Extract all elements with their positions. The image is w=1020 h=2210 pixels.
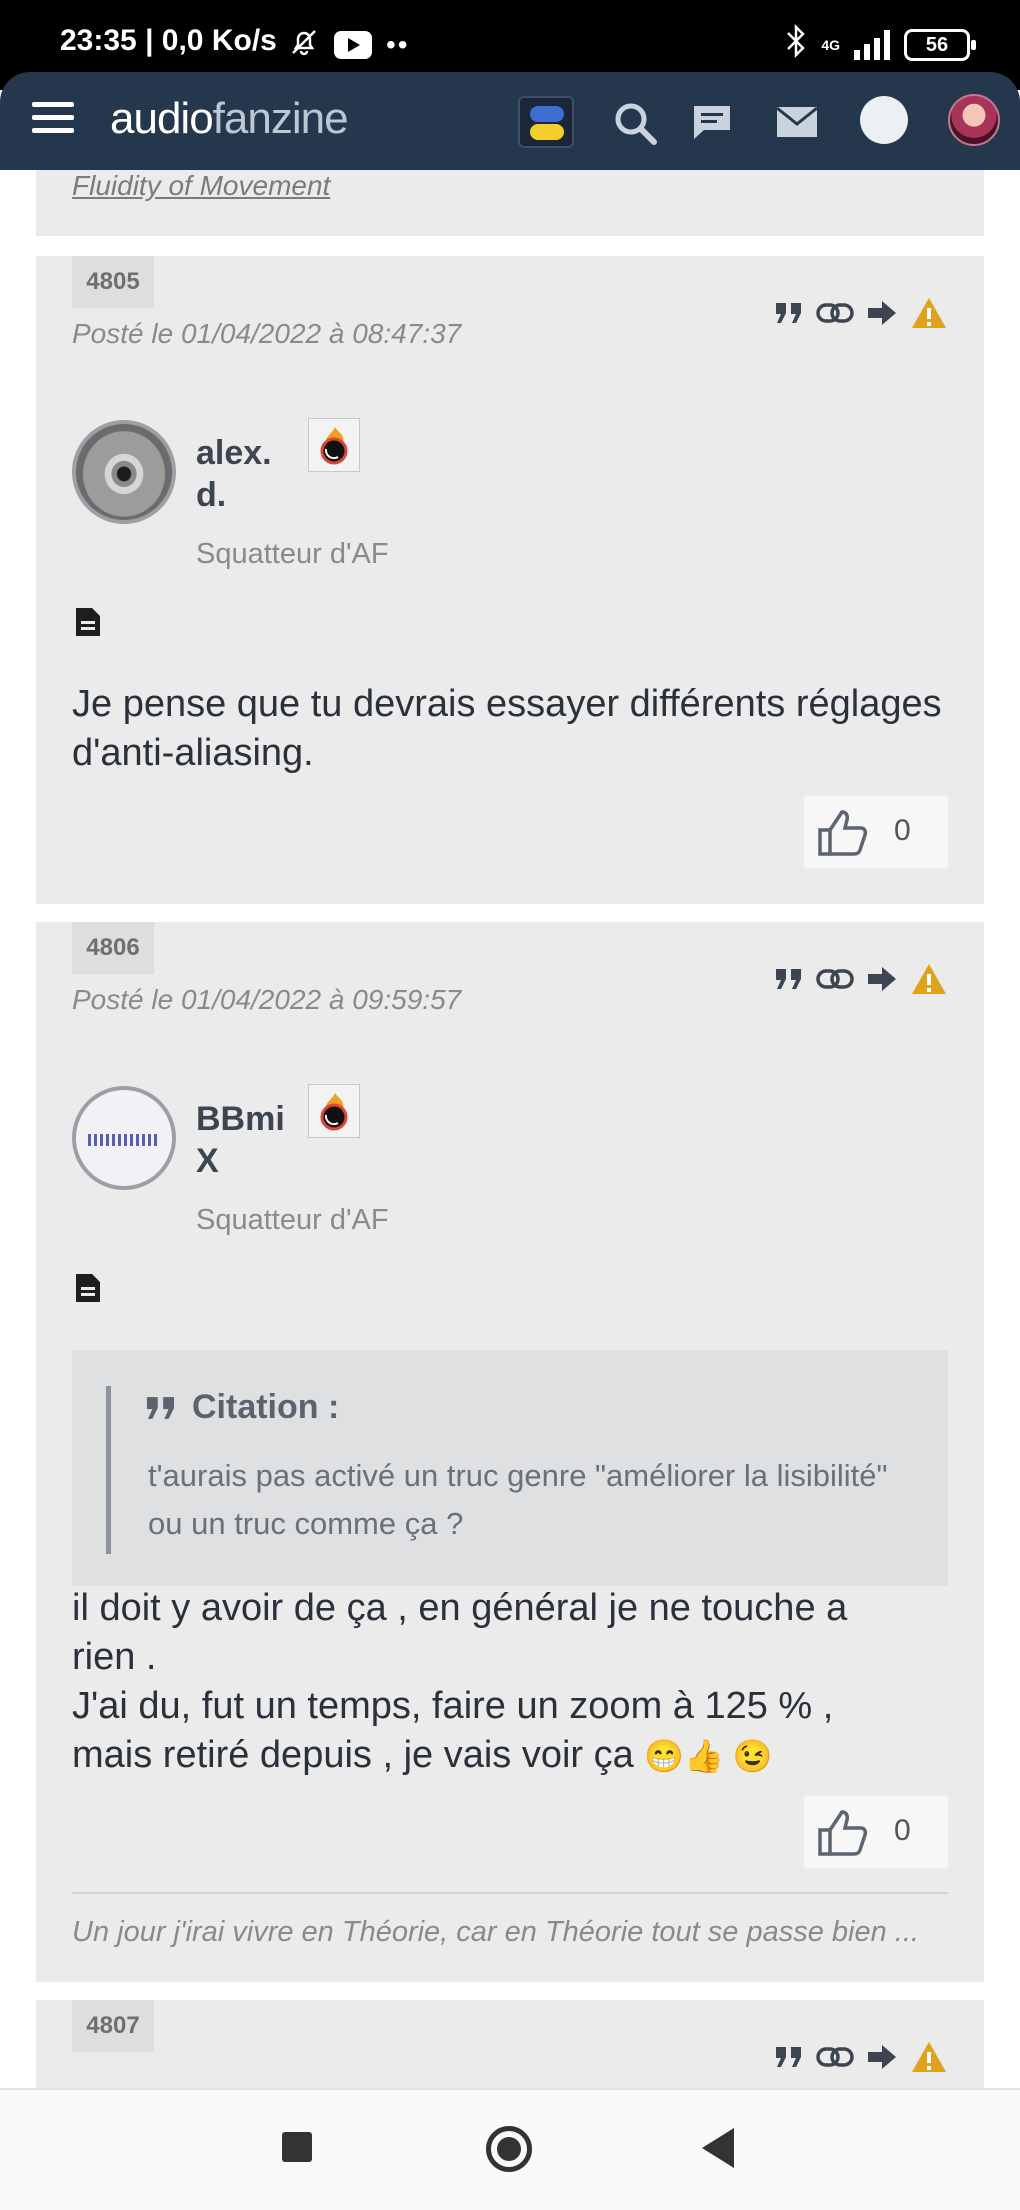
back-button[interactable] [702, 2128, 734, 2168]
warning-icon[interactable] [910, 2040, 948, 2079]
post-date: Posté le 01/04/2022 à 09:59:57 [72, 984, 462, 1015]
link-icon[interactable] [816, 301, 854, 330]
arrow-right-icon[interactable] [866, 2043, 898, 2076]
status-time: 23:35 | 0,0 Ko/s [60, 24, 277, 57]
quote-icon[interactable] [774, 2045, 804, 2074]
battery-icon: 56 [904, 28, 976, 61]
signature-divider [72, 1892, 948, 1894]
quote-text: t'aurais pas activé un truc genre "améli… [148, 1458, 888, 1541]
quote-block: Citation : t'aurais pas activé un truc g… [72, 1350, 948, 1586]
post-actions [774, 962, 948, 1001]
quote-icon[interactable] [774, 301, 804, 330]
author-avatar[interactable] [72, 1086, 176, 1190]
document-icon[interactable] [74, 606, 102, 643]
thumbs-up-icon [818, 1810, 868, 1856]
forum-thread: Fluidity of Movement 4805 Posté le 01/04… [0, 170, 1020, 2088]
document-icon[interactable] [74, 1272, 102, 1309]
user-avatar[interactable] [948, 94, 1000, 146]
system-nav-bar [0, 2088, 1020, 2210]
muted-bell-icon [288, 26, 320, 63]
app-header: audiofanzine [0, 72, 1020, 170]
like-count: 0 [894, 814, 911, 847]
post-date: Posté le 01/04/2022 à 08:47:37 [72, 318, 462, 349]
network-type: 4G [821, 36, 840, 53]
forum-chat-icon[interactable] [690, 102, 734, 147]
search-icon[interactable] [612, 100, 658, 151]
mail-icon[interactable] [776, 106, 818, 143]
post-number[interactable]: 4805 [72, 256, 154, 308]
home-button[interactable] [486, 2126, 532, 2172]
author-rank: Squatteur d'AF [196, 1204, 389, 1236]
recent-apps-button[interactable] [282, 2132, 312, 2162]
menu-icon[interactable] [32, 102, 74, 136]
author-name[interactable]: BBmi X [196, 1098, 285, 1182]
post-actions [774, 296, 948, 335]
bluetooth-icon [785, 23, 807, 65]
warning-icon[interactable] [910, 962, 948, 1001]
emoji-group: 😁👍 😉 [644, 1738, 773, 1774]
like-count: 0 [894, 1814, 911, 1847]
author-badge-icon [308, 418, 360, 472]
quote-mark-icon [146, 1396, 174, 1419]
thumbs-up-icon [818, 810, 868, 856]
post-actions [774, 2040, 948, 2079]
post-body: il doit y avoir de ça , en général je ne… [72, 1587, 848, 1776]
link-icon[interactable] [816, 967, 854, 996]
forum-post: 4805 Posté le 01/04/2022 à 08:47:37 alex… [36, 256, 984, 904]
site-logo[interactable]: audiofanzine [110, 94, 349, 144]
youtube-icon [334, 30, 372, 59]
previous-post: Fluidity of Movement [36, 170, 984, 236]
quote-bar [106, 1386, 111, 1554]
arrow-right-icon[interactable] [866, 299, 898, 332]
signal-icon [854, 29, 890, 60]
quote-title: Citation : [144, 1388, 339, 1427]
post-number[interactable]: 4807 [72, 2000, 154, 2052]
like-button[interactable]: 0 [804, 1796, 948, 1868]
warning-icon[interactable] [910, 296, 948, 335]
previous-post-signature[interactable]: Fluidity of Movement [72, 170, 330, 202]
like-button[interactable]: 0 [804, 796, 948, 868]
post-signature: Un jour j'irai vivre en Théorie, car en … [72, 1916, 919, 1948]
ukraine-flag-icon[interactable] [518, 96, 574, 148]
link-icon[interactable] [816, 2045, 854, 2074]
forum-post: 4807 [36, 2000, 984, 2088]
more-notifications-icon: •• [386, 28, 410, 60]
author-name[interactable]: alex. d. [196, 432, 272, 516]
notification-indicator[interactable] [860, 96, 908, 144]
author-badge-icon [308, 1084, 360, 1138]
post-number[interactable]: 4806 [72, 922, 154, 974]
author-avatar[interactable] [72, 420, 176, 524]
author-rank: Squatteur d'AF [196, 538, 389, 570]
quote-icon[interactable] [774, 967, 804, 996]
post-body: Je pense que tu devrais essayer différen… [72, 683, 942, 774]
forum-post: 4806 Posté le 01/04/2022 à 09:59:57 BBmi… [36, 922, 984, 1982]
arrow-right-icon[interactable] [866, 965, 898, 998]
